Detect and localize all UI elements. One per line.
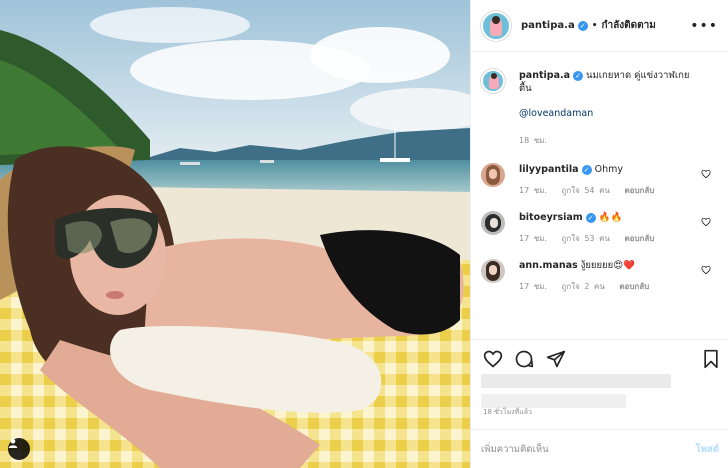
reply-button[interactable]: ตอบกลับ (624, 186, 654, 195)
comment-meta: 17 ชม. ถูกใจ 53 คน ตอบกลับ (519, 232, 699, 245)
bookmark-icon[interactable] (701, 349, 721, 369)
avatar-face (490, 218, 498, 228)
caption-mention[interactable]: @loveandaman (519, 107, 699, 120)
comment-text: งู้ยยยยย😍❤️ (580, 260, 635, 271)
commenter-avatar[interactable] (481, 211, 505, 235)
comment-meta: 17 ชม. ถูกใจ 2 คน ตอบกลับ (519, 280, 699, 293)
following-button[interactable]: กำลังติดตาม (601, 18, 655, 33)
avatar-face (489, 265, 497, 275)
avatar-face (489, 169, 497, 179)
person-icon (8, 438, 18, 448)
comment-heart-icon[interactable] (701, 217, 711, 227)
author-username[interactable]: pantipa.a (521, 20, 575, 31)
comment-heart-icon[interactable] (701, 265, 711, 275)
caption-time: 18 ชม. (519, 136, 547, 145)
comment-time: 17 ชม. (519, 234, 547, 243)
more-options-icon[interactable]: ••• (690, 18, 718, 34)
comment-body: lilyypantila ✓ Ohmy 17 ชม. ถูกใจ 54 คน ตอ… (519, 163, 699, 197)
caption-body: pantipa.a ✓ นมเกยหาด คู่แข่งวาฬเกยตื้น @l… (519, 69, 699, 147)
caption-avatar[interactable] (481, 69, 505, 93)
comments-list: pantipa.a ✓ นมเกยหาด คู่แข่งวาฬเกยตื้น @l… (471, 53, 728, 339)
comment-body: ann.manas งู้ยยยยย😍❤️ 17 ชม. ถูกใจ 2 คน … (519, 259, 699, 293)
comment-item: ann.manas งู้ยยยยย😍❤️ 17 ชม. ถูกใจ 2 คน … (481, 259, 719, 293)
add-comment-bar: เพิ่มความคิดเห็น โพสต์ (471, 429, 728, 468)
comment-icon[interactable] (514, 349, 534, 369)
comment-username[interactable]: lilyypantila (519, 164, 579, 175)
beach-photo-illustration (0, 0, 470, 468)
post-timestamp[interactable]: 18 ชั่วโมงที่แล้ว (483, 407, 532, 418)
verified-badge-icon: ✓ (573, 70, 584, 81)
instagram-post-modal: pantipa.a ✓ • กำลังติดตาม ••• pantipa.a ✓… (0, 0, 728, 468)
user-tag-icon[interactable] (8, 438, 30, 460)
heart-icon[interactable] (483, 349, 503, 369)
reply-button[interactable]: ตอบกลับ (619, 282, 649, 291)
comment-item: bitoeyrsiam ✓ 🔥🔥 17 ชม. ถูกใจ 53 คน ตอบกล… (481, 211, 719, 245)
blurred-likes-line (481, 374, 671, 388)
post-header: pantipa.a ✓ • กำลังติดตาม ••• (471, 0, 728, 52)
post-photo[interactable] (0, 0, 470, 468)
separator-dot: • (591, 20, 598, 31)
comment-likes[interactable]: ถูกใจ 2 คน (562, 282, 605, 291)
comment-time: 17 ชม. (519, 186, 547, 195)
blurred-likes-line (481, 394, 626, 408)
post-side-panel: pantipa.a ✓ • กำลังติดตาม ••• pantipa.a ✓… (470, 0, 728, 468)
commenter-avatar[interactable] (481, 163, 505, 187)
comment-item: lilyypantila ✓ Ohmy 17 ชม. ถูกใจ 54 คน ตอ… (481, 163, 719, 197)
comment-text: 🔥🔥 (598, 212, 623, 223)
comment-username[interactable]: bitoeyrsiam (519, 212, 583, 223)
action-bar (471, 339, 728, 377)
post-comment-button[interactable]: โพสต์ (696, 442, 719, 457)
comment-username[interactable]: ann.manas (519, 260, 578, 271)
comment-likes[interactable]: ถูกใจ 53 คน (562, 234, 610, 243)
share-icon[interactable] (546, 349, 566, 369)
comment-heart-icon[interactable] (701, 169, 711, 179)
comment-likes[interactable]: ถูกใจ 54 คน (562, 186, 610, 195)
verified-badge-icon: ✓ (581, 164, 592, 175)
verified-badge-icon: ✓ (577, 20, 588, 31)
caption: pantipa.a ✓ นมเกยหาด คู่แข่งวาฬเกยตื้น @l… (481, 69, 719, 147)
comment-input[interactable]: เพิ่มความคิดเห็น (481, 442, 696, 457)
avatar-head (491, 73, 497, 79)
comment-text: Ohmy (594, 164, 623, 175)
comment-body: bitoeyrsiam ✓ 🔥🔥 17 ชม. ถูกใจ 53 คน ตอบกล… (519, 211, 699, 245)
verified-badge-icon: ✓ (585, 212, 596, 223)
author-avatar[interactable] (481, 10, 511, 41)
comment-time: 17 ชม. (519, 282, 547, 291)
comment-meta: 17 ชม. ถูกใจ 54 คน ตอบกลับ (519, 184, 699, 197)
commenter-avatar[interactable] (481, 259, 505, 283)
caption-username[interactable]: pantipa.a (519, 70, 570, 81)
avatar-head (492, 15, 500, 24)
reply-button[interactable]: ตอบกลับ (624, 234, 654, 243)
